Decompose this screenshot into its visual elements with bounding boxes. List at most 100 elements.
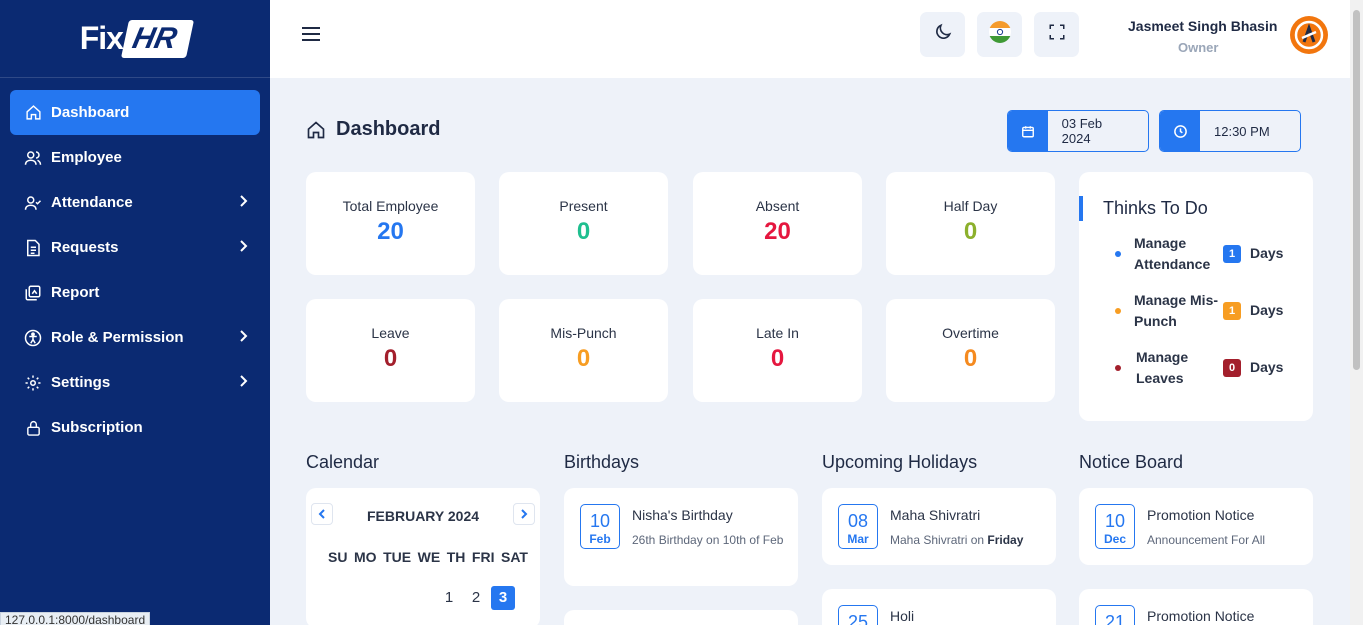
logo-text-fix: Fix — [79, 20, 124, 56]
sidebar-nav: Dashboard Employee Attendance Requests R… — [0, 78, 270, 450]
stat-card-late-in[interactable]: Late In 0 — [693, 299, 862, 402]
notice-card[interactable]: 21 Promotion Notice — [1079, 589, 1313, 625]
holidays-title: Upcoming Holidays — [822, 452, 978, 472]
calendar-day[interactable]: 2 — [464, 586, 488, 610]
page-scrollbar[interactable] — [1350, 0, 1363, 625]
clock-icon — [1160, 111, 1200, 151]
holiday-card[interactable]: 08 Mar Maha Shivratri Maha Shivratri on … — [822, 488, 1056, 565]
date-month: Dec — [1103, 532, 1126, 546]
sidebar-item-label: Dashboard — [51, 104, 130, 121]
fullscreen-button[interactable] — [1034, 12, 1079, 57]
birthday-card[interactable]: 10 Feb Nisha's Birthday 26th Birthday on… — [564, 488, 798, 586]
logo[interactable]: Fix HR — [0, 0, 270, 78]
weekday-label: SAT — [501, 549, 528, 565]
stat-card-mis-punch[interactable]: Mis-Punch 0 — [499, 299, 668, 402]
stat-label: Present — [559, 198, 608, 214]
stat-card-half-day[interactable]: Half Day 0 — [886, 172, 1055, 275]
sidebar-item-label: Settings — [51, 374, 111, 391]
stat-card-present[interactable]: Present 0 — [499, 172, 668, 275]
todo-item-unit: Days — [1250, 359, 1284, 375]
chevron-right-icon — [238, 239, 248, 257]
todo-item-mis-punch[interactable]: Manage Mis-Punch 1 Days — [1079, 290, 1313, 334]
status-dot — [1115, 308, 1121, 314]
accessibility-icon — [24, 329, 42, 347]
todo-item-leaves[interactable]: Manage Leaves 0 Days — [1079, 347, 1313, 391]
time-display[interactable]: 12:30 PM — [1159, 110, 1301, 152]
page-title-text: Dashboard — [336, 118, 441, 140]
date-badge: 10 Feb — [580, 504, 620, 549]
date-month: Mar — [847, 532, 869, 546]
date-day: 21 — [1104, 612, 1126, 625]
calendar-next-button[interactable] — [513, 503, 535, 525]
notice-title: Promotion Notice — [1147, 507, 1255, 523]
status-dot — [1115, 251, 1121, 257]
todo-title: Thinks To Do — [1079, 196, 1208, 221]
user-check-icon — [24, 194, 42, 212]
stat-label: Leave — [371, 325, 410, 341]
date-day: 10 — [589, 511, 611, 531]
date-badge: 21 — [1095, 605, 1135, 625]
hamburger-menu-icon[interactable] — [300, 24, 322, 44]
calendar-month: FEBRUARY 2024 — [366, 508, 480, 524]
stat-value: 0 — [963, 218, 978, 245]
stat-value: 0 — [576, 345, 591, 372]
language-button[interactable] — [977, 12, 1022, 57]
notice-subtitle: Announcement For All — [1147, 533, 1266, 547]
stat-value: 0 — [963, 345, 978, 372]
stat-card-absent[interactable]: Absent 20 — [693, 172, 862, 275]
sidebar-item-label: Attendance — [51, 194, 133, 211]
todo-item-label: Manage Mis-Punch — [1134, 292, 1219, 329]
holiday-title: Holi — [890, 608, 915, 624]
calendar-day-today[interactable]: 3 — [491, 586, 515, 610]
sidebar-item-employee[interactable]: Employee — [10, 135, 260, 180]
sidebar-item-label: Employee — [51, 149, 122, 166]
sidebar-item-label: Report — [51, 284, 100, 301]
stat-label: Absent — [755, 198, 800, 214]
date-value: 03 Feb 2024 — [1061, 116, 1103, 146]
stat-card-total-employee[interactable]: Total Employee 20 — [306, 172, 475, 275]
holiday-title: Maha Shivratri — [890, 507, 981, 523]
sidebar-item-role-permission[interactable]: Role & Permission — [10, 315, 260, 360]
weekday-label: SU — [328, 549, 348, 565]
todo-item-unit: Days — [1250, 245, 1284, 261]
sidebar-item-settings[interactable]: Settings — [10, 360, 260, 405]
calendar-title: Calendar — [306, 452, 380, 472]
holiday-card[interactable]: 25 Holi — [822, 589, 1056, 625]
notice-card[interactable]: 10 Dec Promotion Notice Announcement For… — [1079, 488, 1313, 565]
home-icon — [306, 120, 326, 140]
user-role: Owner — [1178, 40, 1219, 55]
count-badge: 1 — [1223, 302, 1241, 320]
sidebar-item-report[interactable]: Report — [10, 270, 260, 315]
calendar-icon — [1008, 111, 1048, 151]
chevron-right-icon — [238, 194, 248, 212]
calendar-day[interactable]: 1 — [437, 586, 461, 610]
date-day: 08 — [847, 511, 869, 531]
stat-value: 0 — [383, 345, 398, 372]
status-dot — [1115, 365, 1121, 371]
dark-mode-button[interactable] — [920, 12, 965, 57]
stat-card-leave[interactable]: Leave 0 — [306, 299, 475, 402]
user-name[interactable]: Jasmeet Singh Bhasin — [1128, 18, 1277, 34]
todo-item-label: Manage Attendance — [1134, 235, 1211, 272]
logo-text-hr: HR — [120, 19, 195, 58]
date-display[interactable]: 03 Feb 2024 — [1007, 110, 1149, 152]
report-icon — [24, 284, 42, 302]
date-badge: 25 — [838, 605, 878, 625]
status-bar-url: 127.0.0.1:8000/dashboard — [0, 612, 151, 625]
todo-item-attendance[interactable]: Manage Attendance 1 Days — [1079, 233, 1313, 277]
stat-value: 20 — [764, 218, 791, 245]
stat-label: Half Day — [943, 198, 998, 214]
stat-card-overtime[interactable]: Overtime 0 — [886, 299, 1055, 402]
gear-icon — [24, 374, 42, 392]
birthdays-title: Birthdays — [564, 452, 640, 472]
birthday-subtitle: 26th Birthday on 10th of Feb — [632, 533, 784, 547]
sidebar-item-requests[interactable]: Requests — [10, 225, 260, 270]
count-badge: 0 — [1223, 359, 1241, 377]
avatar[interactable] — [1290, 16, 1328, 54]
scrollbar-thumb[interactable] — [1353, 10, 1360, 370]
birthday-card[interactable] — [564, 610, 798, 625]
sidebar-item-attendance[interactable]: Attendance — [10, 180, 260, 225]
sidebar-item-dashboard[interactable]: Dashboard — [10, 90, 260, 135]
sidebar-item-subscription[interactable]: Subscription — [10, 405, 260, 450]
stat-value: 0 — [576, 218, 591, 245]
